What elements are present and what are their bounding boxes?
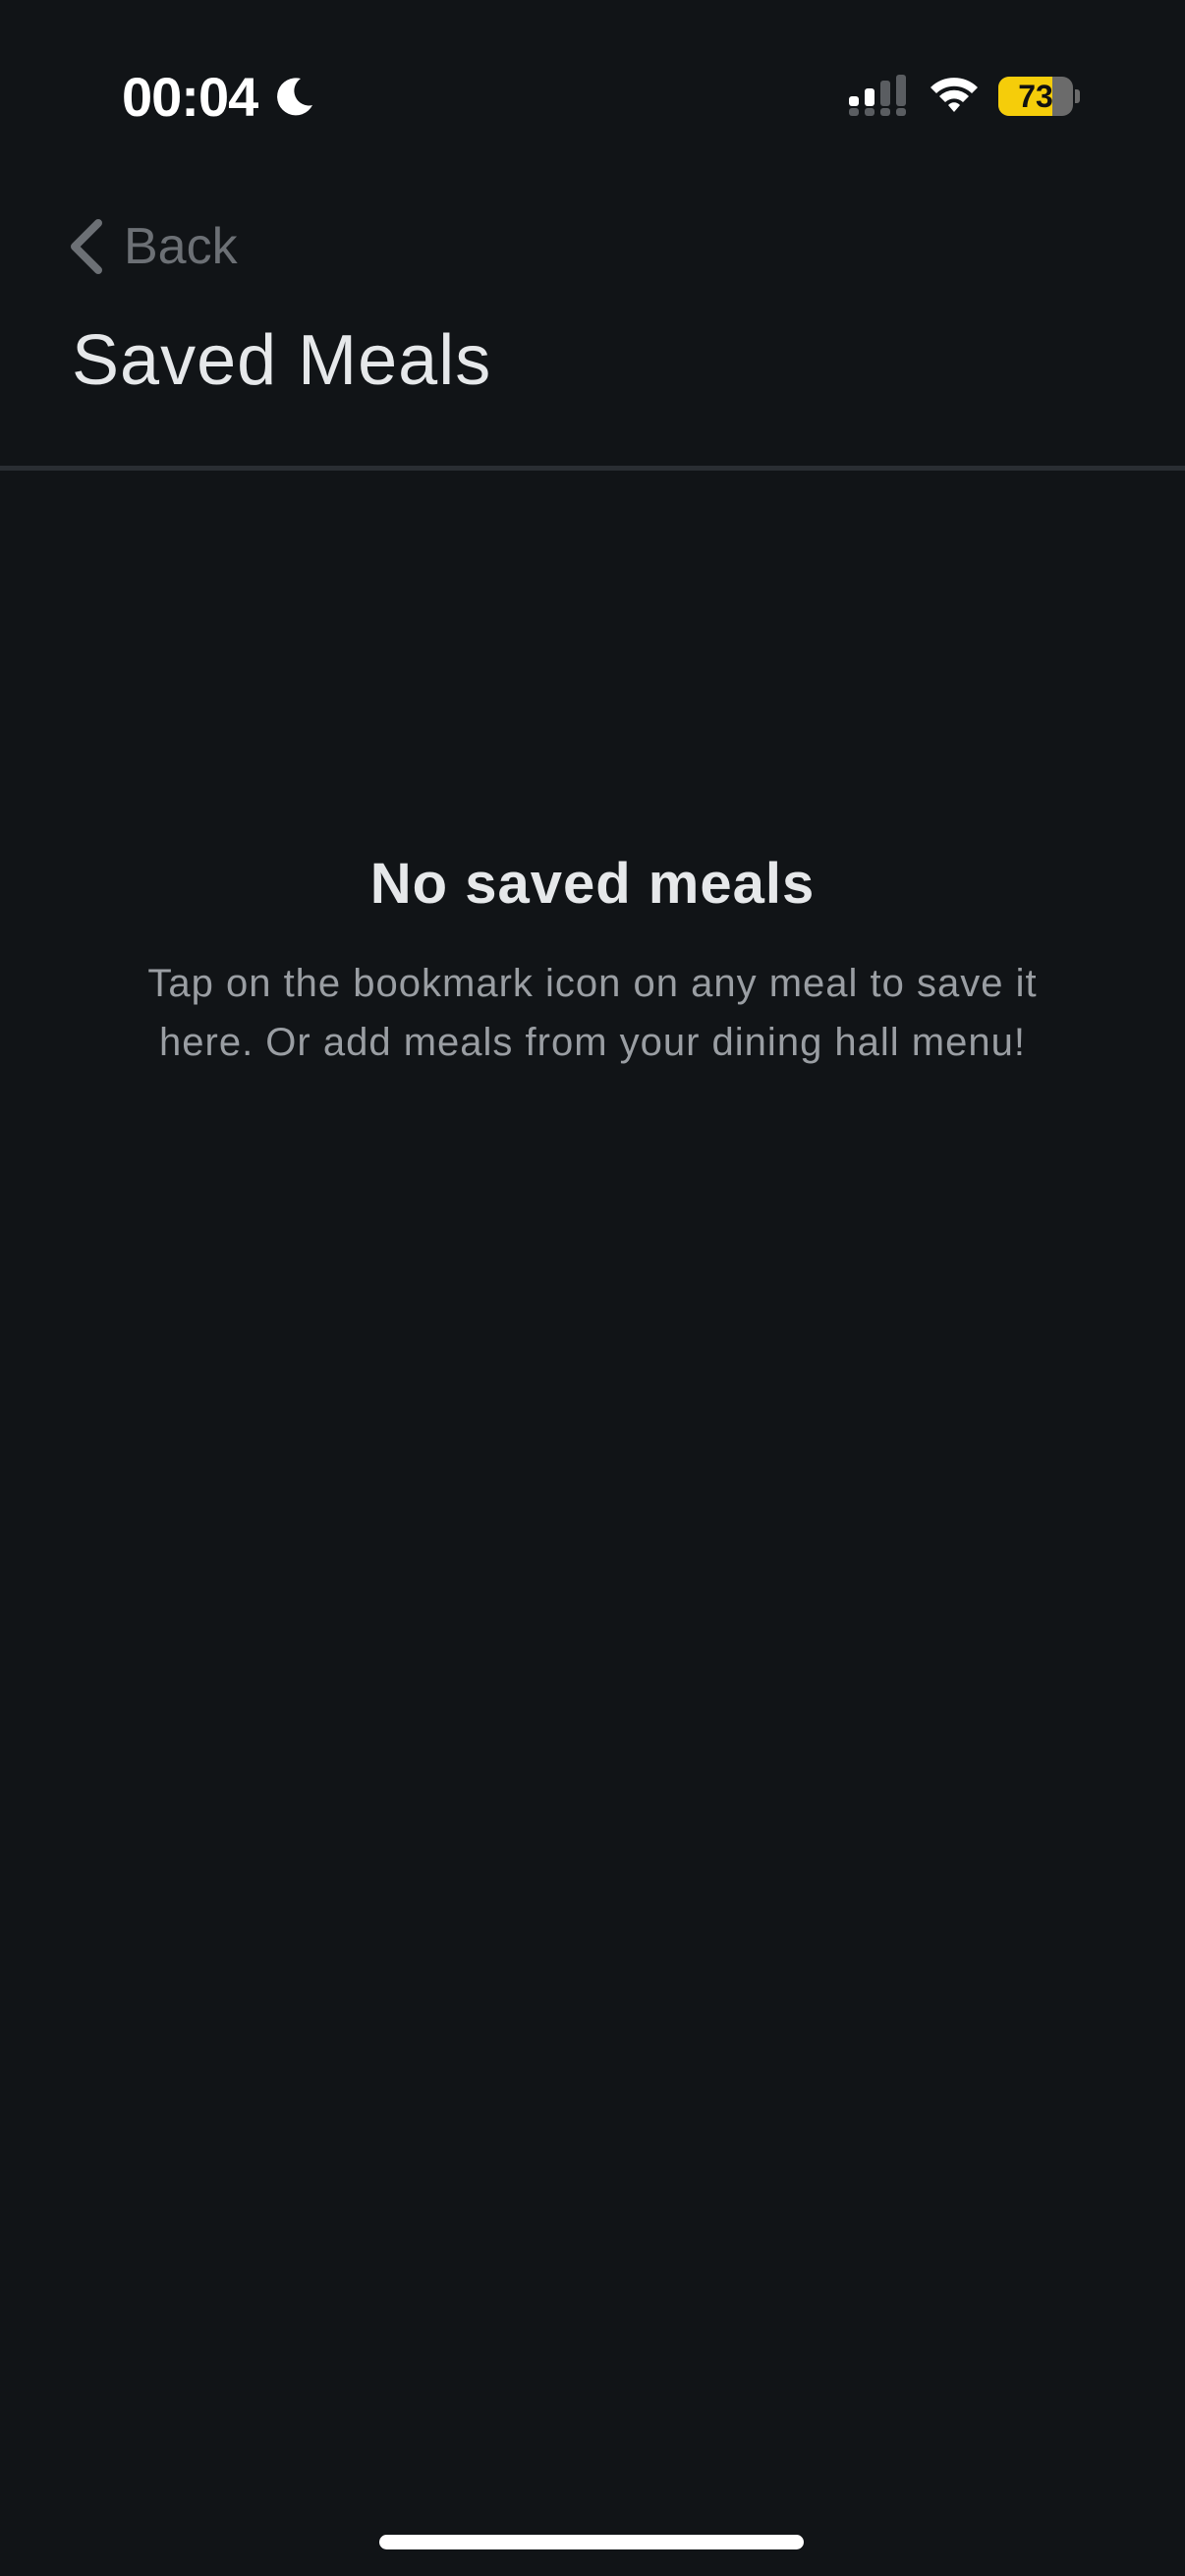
page-title: Saved Meals (72, 321, 492, 400)
back-label: Back (124, 218, 238, 275)
empty-state: No saved meals Tap on the bookmark icon … (98, 851, 1087, 1072)
back-button[interactable]: Back (65, 212, 238, 281)
moon-icon (277, 78, 312, 116)
home-indicator[interactable] (379, 2535, 804, 2549)
wifi-icon (931, 78, 978, 112)
chevron-left-icon (71, 219, 102, 274)
battery-level: 73 (1018, 79, 1053, 114)
battery-body: 73 (998, 77, 1073, 116)
header-divider (0, 466, 1185, 471)
saved-meals-screen: 00:04 73 Back Saved Meals No saved meals… (0, 0, 1185, 2576)
status-time: 00:04 (122, 66, 258, 128)
empty-state-message: Tap on the bookmark icon on any meal to … (147, 962, 1038, 1064)
cellular-signal-icon (849, 75, 906, 116)
battery-cap (1075, 89, 1080, 103)
battery-indicator: 73 (998, 77, 1080, 116)
status-bar: 00:04 73 (0, 0, 1185, 187)
empty-state-title: No saved meals (369, 852, 816, 916)
